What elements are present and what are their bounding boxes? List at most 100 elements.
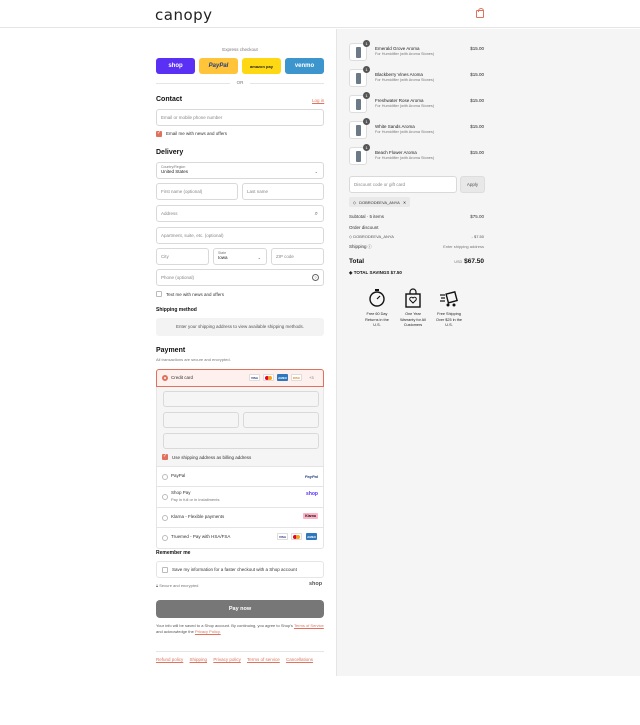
paypal-button[interactable]: PayPal: [199, 58, 238, 74]
terms-of-service-footer-link[interactable]: Terms of service: [247, 657, 280, 662]
discount-tag: ◇ DOBRODEEVA_ANYA ✕: [349, 197, 411, 207]
name-on-card-field[interactable]: [163, 433, 319, 449]
paypal-option[interactable]: PayPal PayPal: [156, 467, 324, 487]
privacy-policy-footer-link[interactable]: Privacy policy: [213, 657, 241, 662]
perk-line: Customers: [403, 323, 423, 327]
order-discount-label: Order discount: [349, 225, 379, 230]
perk-line: U.S.: [445, 323, 453, 327]
search-icon: ⌕: [314, 211, 318, 217]
remove-discount-icon[interactable]: ✕: [403, 200, 406, 205]
mastercard-icon: [263, 374, 274, 381]
privacy-policy-link[interactable]: Privacy Policy.: [195, 629, 221, 634]
express-checkout-title: Express checkout: [222, 47, 258, 52]
more-cards-label: +3: [309, 375, 314, 380]
shipping-row: Shipping ⓘ Enter shipping address: [349, 244, 484, 250]
klarna-logo: Klarna: [303, 513, 318, 519]
address-placeholder: Address: [161, 211, 178, 216]
shipping-link[interactable]: Shipping: [190, 657, 208, 662]
item-variant: For Humidifier (with Aroma Stones): [375, 156, 435, 160]
card-details-panel: Use shipping address as billing address: [156, 387, 324, 467]
shipping-method-heading: Shipping method: [156, 307, 197, 313]
cart-item: 1 Blackberry Vines Aroma For Humidifier …: [349, 66, 484, 89]
billing-address-checkbox[interactable]: [162, 453, 168, 460]
total-row: Total USD $67.50: [349, 258, 484, 265]
cancellations-link[interactable]: Cancellations: [286, 657, 313, 662]
shopping-bag-icon[interactable]: [476, 8, 484, 18]
phone-field[interactable]: Phone (optional) ?: [156, 269, 324, 286]
help-icon[interactable]: ?: [312, 274, 319, 281]
email-news-checkbox[interactable]: [156, 130, 162, 137]
item-variant: For Humidifier (with Aroma Stones): [375, 104, 435, 108]
email-field[interactable]: Email or mobile phone number: [156, 109, 324, 126]
quantity-badge: 1: [363, 92, 370, 99]
discount-code-field[interactable]: Discount code or gift card: [349, 176, 457, 193]
perk-line: U.S.: [373, 323, 381, 327]
text-news-checkbox[interactable]: [156, 291, 162, 297]
city-field[interactable]: City: [156, 248, 209, 265]
savings-row: ◈ TOTAL SAVINGS $7.50: [349, 270, 484, 276]
shop-pay-option[interactable]: Shop Pay Pay in full or in installments …: [156, 487, 324, 508]
item-price: $15.00: [470, 98, 484, 103]
shipping-value: Enter shipping address: [443, 244, 484, 249]
payment-subtitle: All transactions are secure and encrypte…: [156, 357, 231, 362]
info-icon[interactable]: ⓘ: [367, 244, 372, 249]
secure-label: 🔒︎ Secure and encrypted: [156, 583, 198, 588]
amazon-pay-button[interactable]: amazon pay: [242, 58, 281, 74]
shop-logo: shop: [309, 581, 323, 587]
truemed-option[interactable]: Truemed - Pay with HSA/FSA VISA AMEX: [156, 528, 324, 549]
login-link[interactable]: Log in: [312, 98, 324, 103]
cart-item: 1 White Sands Aroma For Humidifier (with…: [349, 118, 484, 141]
truemed-radio[interactable]: [162, 535, 168, 541]
discover-icon: DISC: [291, 374, 302, 381]
state-select[interactable]: State Iowa ⌄: [213, 248, 267, 265]
shopping-bag-heart-icon: [403, 288, 423, 308]
security-code-field[interactable]: [243, 412, 319, 428]
shop-pay-button[interactable]: shop: [156, 58, 195, 74]
expiry-field[interactable]: [163, 412, 239, 428]
delivery-box-icon: [439, 288, 459, 308]
canopy-logo[interactable]: canopy: [155, 6, 213, 24]
cart-item: 1 Emerald Grove Aroma For Humidifier (wi…: [349, 40, 484, 63]
text-news-label: Text me with news and offers: [166, 292, 224, 297]
contact-heading: Contact: [156, 96, 183, 103]
secure-text: Secure and encrypted: [159, 583, 199, 588]
card-number-field[interactable]: [163, 391, 319, 407]
country-select[interactable]: Country/Region United States ⌄: [156, 162, 324, 179]
address-field[interactable]: Address ⌕: [156, 205, 324, 222]
pay-now-button[interactable]: Pay now: [156, 600, 324, 618]
total-label: Total: [349, 258, 365, 265]
zip-field[interactable]: ZIP code: [271, 248, 324, 265]
credit-card-option[interactable]: Credit card VISA AMEX DISC +3: [156, 369, 324, 387]
apply-button[interactable]: Apply: [460, 176, 485, 193]
last-name-field[interactable]: Last name: [242, 183, 324, 200]
stopwatch-icon: [367, 288, 387, 308]
discount-tag-label: DOBRODEEVA_ANYA: [359, 199, 400, 205]
terms-of-service-link[interactable]: Terms of Service: [294, 623, 324, 628]
terms-text-1: Your info will be saved to a Shop accoun…: [156, 623, 293, 628]
credit-card-radio[interactable]: [162, 375, 168, 381]
paypal-radio[interactable]: [162, 474, 168, 480]
refund-policy-link[interactable]: Refund policy: [156, 657, 183, 662]
remember-me-box: Save my information for a faster checkou…: [156, 561, 324, 578]
amex-icon: AMEX: [277, 374, 288, 381]
discount-row: ◇ DOBRODEEVA_ANYA - $7.50: [349, 234, 484, 239]
apartment-field[interactable]: Apartment, suite, etc. (optional): [156, 227, 324, 244]
item-name: Emerald Grove Aroma: [375, 46, 420, 51]
or-label: OR: [230, 80, 250, 85]
klarna-label: Klarna - Flexible payments: [171, 514, 225, 519]
klarna-option[interactable]: Klarna - Flexible payments Klarna: [156, 508, 324, 528]
remember-me-checkbox[interactable]: [162, 567, 168, 573]
total-value: $67.50: [464, 258, 484, 265]
venmo-button[interactable]: venmo: [285, 58, 324, 74]
quantity-badge: 1: [363, 144, 370, 151]
quantity-badge: 1: [363, 40, 370, 47]
shop-pay-radio[interactable]: [162, 494, 168, 500]
subtotal-row: Subtotal · 5 items $75.00: [349, 214, 484, 219]
klarna-radio[interactable]: [162, 515, 168, 521]
payment-heading: Payment: [156, 347, 186, 354]
visa-icon: VISA: [277, 533, 288, 540]
first-name-field[interactable]: First name (optional): [156, 183, 238, 200]
item-price: $15.00: [470, 46, 484, 51]
express-checkout-buttons: shop PayPal amazon pay venmo: [156, 58, 324, 75]
country-value: United States: [161, 169, 189, 174]
